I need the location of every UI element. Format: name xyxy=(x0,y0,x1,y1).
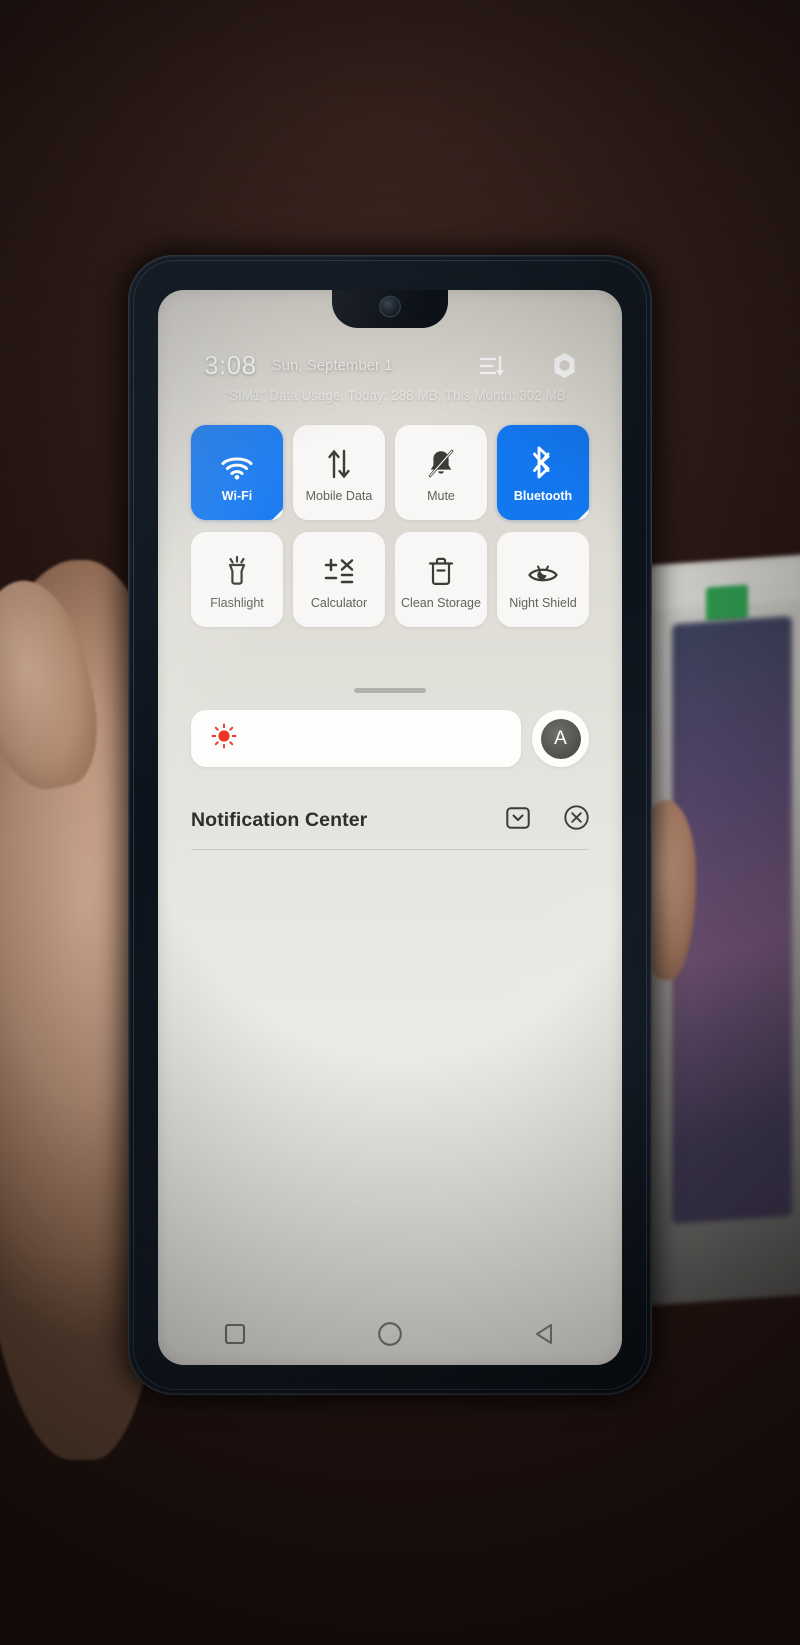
tile-clean-storage[interactable]: Clean Storage xyxy=(395,532,487,627)
tile-flashlight[interactable]: Flashlight xyxy=(191,532,283,627)
sim-data-usage-text: "SIM1" Data Usage, Today: 288 MB, This M… xyxy=(224,388,566,403)
bluetooth-icon xyxy=(531,442,555,480)
settings-gear-icon[interactable] xyxy=(551,352,578,379)
notification-center-header: Notification Center xyxy=(191,805,589,850)
bell-muted-icon xyxy=(426,442,456,480)
tile-label: Clean Storage xyxy=(401,595,481,610)
tile-wifi[interactable]: Wi-Fi xyxy=(191,425,283,520)
tile-night-shield[interactable]: Night Shield xyxy=(497,532,589,627)
tile-corner-marker xyxy=(578,509,589,520)
tile-bluetooth[interactable]: Bluetooth xyxy=(497,425,589,520)
status-date: Sun, September 1 xyxy=(271,357,393,374)
status-time: 3:08 xyxy=(204,350,257,380)
notification-center-title: Notification Center xyxy=(191,808,368,831)
notification-center-actions xyxy=(506,805,589,835)
calculator-icon xyxy=(323,549,355,587)
quick-settings-tiles: Wi-Fi Mobile Data Mute Bluetooth Flashli… xyxy=(191,425,589,627)
tile-label: Wi-Fi xyxy=(221,488,253,503)
brightness-slider[interactable] xyxy=(191,710,521,767)
recents-square-button[interactable] xyxy=(223,1322,247,1346)
status-row: 3:08 Sun, September 1 xyxy=(204,350,578,381)
photo-scene: 3:08 Sun, September 1 "SIM1" Data Usage,… xyxy=(0,0,800,1645)
tile-mute[interactable]: Mute xyxy=(395,425,487,520)
tile-corner-marker xyxy=(272,509,283,520)
notification-settings-icon[interactable] xyxy=(506,806,530,834)
clear-all-icon[interactable] xyxy=(564,805,589,835)
wifi-icon xyxy=(220,442,254,480)
mobile-data-icon xyxy=(324,442,354,480)
tile-label: Flashlight xyxy=(210,595,264,610)
tile-calculator[interactable]: Calculator xyxy=(293,532,385,627)
panel-drag-handle[interactable] xyxy=(354,688,426,693)
tile-label: Mute xyxy=(427,488,455,503)
flashlight-icon xyxy=(223,549,251,587)
sort-lines-icon[interactable] xyxy=(479,355,505,377)
status-actions xyxy=(479,352,578,379)
tile-label: Bluetooth xyxy=(513,488,573,503)
night-shield-icon xyxy=(527,549,559,587)
auto-brightness-button[interactable]: A xyxy=(532,710,589,767)
screen-notch xyxy=(332,290,448,328)
tile-label: Calculator xyxy=(310,595,368,610)
back-triangle-button[interactable] xyxy=(533,1322,557,1346)
home-circle-button[interactable] xyxy=(377,1321,403,1347)
navigation-bar xyxy=(158,1321,622,1347)
phone-screen: 3:08 Sun, September 1 "SIM1" Data Usage,… xyxy=(158,290,622,1365)
tile-label: Night Shield xyxy=(509,595,577,610)
brightness-sun-icon xyxy=(211,723,237,754)
tile-label: Mobile Data xyxy=(305,488,373,503)
auto-brightness-label: A xyxy=(540,718,581,759)
background-box-green-label xyxy=(706,584,748,622)
brightness-row: A xyxy=(191,710,589,767)
front-camera-icon xyxy=(380,297,400,316)
trash-clean-icon xyxy=(427,549,455,587)
tile-mobile-data[interactable]: Mobile Data xyxy=(293,425,385,520)
